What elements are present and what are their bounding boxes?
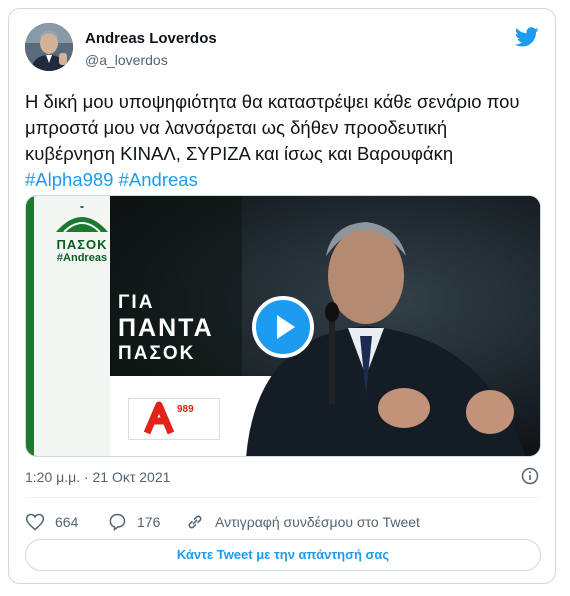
tweet-body: Η δική μου υποψηφιότητα θα καταστρέψει κ… [25,91,520,164]
pasok-sun-icon [56,200,108,233]
slogan-line-2: ΠΑΝΤΑ [118,313,214,342]
play-icon [277,315,295,339]
tweet-card: Andreas Loverdos @a_loverdos Η δική μου … [8,8,556,584]
author-handle[interactable]: @a_loverdos [85,52,168,68]
copy-link-action[interactable]: Αντιγραφή συνδέσμου στο Tweet [185,511,420,533]
tweet-text: Η δική μου υποψηφιότητα θα καταστρέψει κ… [25,89,537,193]
tweet-your-reply-button[interactable]: Κάντε Tweet με την απάντησή σας [25,539,541,571]
twitter-bird-icon[interactable] [515,25,539,49]
video-thumbnail[interactable]: ΠΑΣΟΚ #Andreas ΓΙΑ ΠΑΝΤΑ ΠΑΣΟΚ 989 [25,195,541,457]
hashtag-andreas[interactable]: #Andreas [119,169,198,190]
pasok-logo: ΠΑΣΟΚ #Andreas [44,200,120,268]
reply-action[interactable]: 176 [107,511,160,533]
slogan: ΓΙΑ ΠΑΝΤΑ ΠΑΣΟΚ [118,292,214,364]
avatar[interactable] [25,23,73,71]
play-button[interactable] [252,296,314,358]
link-icon [188,515,202,529]
like-count: 664 [55,514,79,530]
alpha-logo-text: 989 [177,404,194,415]
tweet-actions: 664 176 Αντιγραφή συνδέσμου στο Tweet [25,511,541,533]
copy-link-label: Αντιγραφή συνδέσμου στο Tweet [215,514,420,530]
alpha-logo: 989 [128,398,220,440]
alpha-station-icon [143,401,175,435]
pasok-hashtag: #Andreas [56,252,108,264]
author-name[interactable]: Andreas Loverdos [85,30,217,47]
slogan-line-3: ΠΑΣΟΚ [118,342,196,364]
tweet-timestamp[interactable]: 1:20 μ.μ. · 21 Οκτ 2021 [25,469,170,485]
like-action[interactable]: 664 [25,511,78,533]
heart-icon [25,513,45,531]
hashtag-alpha989[interactable]: #Alpha989 [25,169,113,190]
info-icon[interactable] [521,467,539,485]
slogan-line-1: ΓΙΑ [118,292,155,313]
reply-icon [109,513,126,531]
reply-count: 176 [137,514,161,530]
divider [25,497,541,498]
pasok-logo-text: ΠΑΣΟΚ [56,237,108,252]
